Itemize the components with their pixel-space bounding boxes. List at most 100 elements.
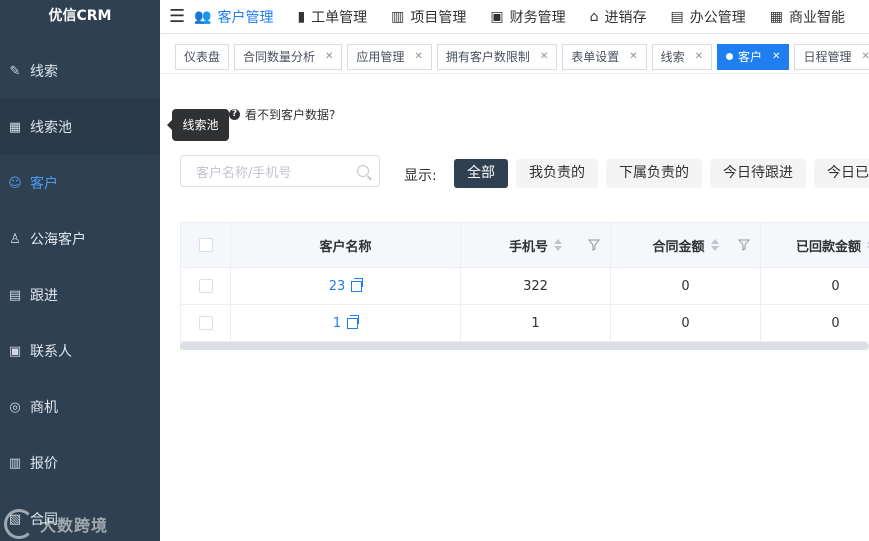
horizontal-scrollbar[interactable] — [180, 342, 869, 350]
tab-contract-analysis[interactable]: 合同数量分析 ✕ — [234, 43, 343, 70]
nav-project-management[interactable]: ▥ 项目管理 — [391, 7, 466, 27]
tab-label: 应用管理 — [356, 49, 405, 64]
close-icon[interactable]: ✕ — [540, 45, 548, 69]
nav-label: 进销存 — [604, 9, 647, 26]
sidebar-item-label: 跟进 — [30, 288, 58, 304]
copy-icon[interactable] — [351, 277, 364, 292]
close-icon[interactable]: ✕ — [861, 45, 869, 69]
tab-app-management[interactable]: 应用管理 ✕ — [347, 43, 432, 70]
computer-icon: ▤ — [670, 8, 684, 25]
table-row[interactable]: 23 322 0 0 — [181, 268, 869, 305]
document-icon: ▤ — [8, 287, 22, 303]
paid-amount-cell: 0 — [761, 305, 869, 341]
close-icon[interactable]: ✕ — [772, 45, 780, 69]
select-all-checkbox[interactable] — [198, 238, 213, 252]
tab-schedule[interactable]: 日程管理 ✕ — [794, 43, 869, 70]
header-paid-amount[interactable]: 已回款金额 — [761, 223, 869, 267]
sidebar-item-label: 报价 — [30, 456, 58, 472]
watermark-text: 大数跨境 — [40, 516, 109, 535]
nav-label: 工单管理 — [311, 9, 368, 26]
filter-funnel-icon[interactable] — [738, 239, 750, 251]
edit-icon: ✎ — [9, 63, 21, 79]
sidebar-item-lead-pool[interactable]: ▦ 线索池 — [0, 99, 160, 155]
filter-today-followup-button[interactable]: 今日待跟进 — [710, 159, 806, 188]
nav-label: 商业智能 — [789, 9, 845, 26]
nav-inventory[interactable]: ⌂ 进销存 — [590, 7, 647, 27]
filter-subordinates-button[interactable]: 下属负责的 — [606, 159, 702, 188]
watermark: 大数跨境 — [4, 509, 108, 539]
sort-icon[interactable] — [554, 239, 562, 251]
table-header: 客户名称 手机号 合同金额 已回款金额 — [181, 223, 869, 268]
paid-amount-cell: 0 — [761, 268, 869, 304]
menu-toggle-icon[interactable]: ☰ — [160, 6, 194, 27]
nav-customer-management[interactable]: 👥 客户管理 — [194, 7, 273, 27]
hint-text: 看不到客户数据? — [245, 108, 336, 122]
nav-label: 财务管理 — [509, 9, 566, 26]
sidebar-item-public-customers[interactable]: ♙ 公海客户 — [0, 211, 160, 267]
sidebar-item-quotes[interactable]: ▥ 报价 — [0, 435, 160, 491]
tab-form-settings[interactable]: 表单设置 ✕ — [562, 43, 647, 70]
data-hint[interactable]: ? 看不到客户数据? — [229, 106, 335, 123]
sidebar-item-followup[interactable]: ▤ 跟进 — [0, 267, 160, 323]
quote-icon: ▥ — [8, 455, 22, 471]
close-icon[interactable]: ✕ — [695, 45, 703, 69]
customer-name-text: 23 — [328, 278, 346, 294]
coin-icon: ◎ — [9, 399, 21, 415]
tab-label: 拥有客户数限制 — [445, 49, 530, 64]
close-icon[interactable]: ✕ — [325, 45, 333, 69]
column-title: 已回款金额 — [795, 239, 861, 255]
customer-name-link[interactable]: 1 — [332, 314, 360, 331]
customer-name-cell: 23 — [231, 268, 461, 304]
nav-ticket-management[interactable]: ▮ 工单管理 — [297, 7, 367, 27]
sort-icon[interactable] — [710, 239, 719, 251]
tab-label: 客户 — [738, 49, 763, 64]
tooltip: 线索池 — [167, 109, 229, 141]
nav-office-management[interactable]: ▤ 办公管理 — [671, 7, 746, 27]
nav-label: 客户管理 — [217, 9, 274, 26]
tab-label: 日程管理 — [803, 49, 852, 64]
filter-mine-button[interactable]: 我负责的 — [516, 159, 598, 188]
search-icon[interactable] — [357, 165, 369, 177]
customer-name-link[interactable]: 23 — [328, 277, 364, 294]
tab-leads[interactable]: 线索 ✕ — [651, 43, 713, 70]
column-title: 合同金额 — [652, 239, 705, 255]
table-row[interactable]: 1 1 0 0 — [181, 305, 869, 342]
sidebar-item-opportunities[interactable]: ◎ 商机 — [0, 379, 160, 435]
close-icon[interactable]: ✕ — [629, 45, 637, 69]
tab-customer-limit[interactable]: 拥有客户数限制 ✕ — [436, 43, 558, 70]
search-placeholder: 客户名称/手机号 — [196, 165, 292, 181]
customer-name-text: 1 — [332, 315, 342, 331]
filter-funnel-icon[interactable] — [588, 239, 600, 251]
nav-label: 项目管理 — [410, 9, 467, 26]
chart-icon: ▦ — [769, 8, 783, 25]
sidebar-item-label: 商机 — [30, 400, 58, 416]
column-title: 手机号 — [508, 239, 548, 255]
tab-customers[interactable]: 客户 ✕ — [717, 43, 790, 70]
filter-today-done-button[interactable]: 今日已 — [814, 159, 869, 188]
nav-business-intelligence[interactable]: ▦ 商业智能 — [770, 7, 845, 27]
header-contract-amount[interactable]: 合同金额 — [611, 223, 761, 267]
sidebar-item-customers[interactable]: ☺ 客户 — [0, 155, 160, 211]
tab-label: 表单设置 — [571, 49, 620, 64]
row-checkbox[interactable] — [198, 279, 213, 293]
bank-icon: ⌂ — [589, 8, 599, 25]
wallet-icon: ▣ — [490, 8, 504, 25]
tab-label: 合同数量分析 — [243, 49, 316, 64]
row-checkbox-cell — [181, 268, 231, 304]
brand-logo: 优信CRM — [48, 8, 112, 24]
header-phone[interactable]: 手机号 — [461, 223, 611, 267]
nav-finance-management[interactable]: ▣ 财务管理 — [490, 7, 565, 27]
top-navigation: ☰ 👥 客户管理 ▮ 工单管理 ▥ 项目管理 ▣ 财务管理 ⌂ 进销存 ▤ 办公… — [160, 0, 869, 34]
row-checkbox[interactable] — [198, 316, 213, 330]
sidebar-item-leads[interactable]: ✎ 线索 — [0, 43, 160, 99]
close-icon[interactable]: ✕ — [414, 45, 422, 69]
copy-icon[interactable] — [347, 314, 360, 329]
row-checkbox-cell — [181, 305, 231, 341]
sidebar-item-contacts[interactable]: ▣ 联系人 — [0, 323, 160, 379]
filter-label: 显示: — [404, 168, 437, 184]
sidebar: 优信CRM ✎ 线索 ▦ 线索池 ☺ 客户 ♙ 公海客户 ▤ 跟进 ▣ 联系人 … — [0, 0, 160, 541]
search-input[interactable]: 客户名称/手机号 — [180, 155, 380, 187]
contract-amount-cell: 0 — [611, 268, 761, 304]
tab-dashboard[interactable]: 仪表盘 — [175, 43, 230, 70]
filter-all-button[interactable]: 全部 — [454, 159, 508, 188]
